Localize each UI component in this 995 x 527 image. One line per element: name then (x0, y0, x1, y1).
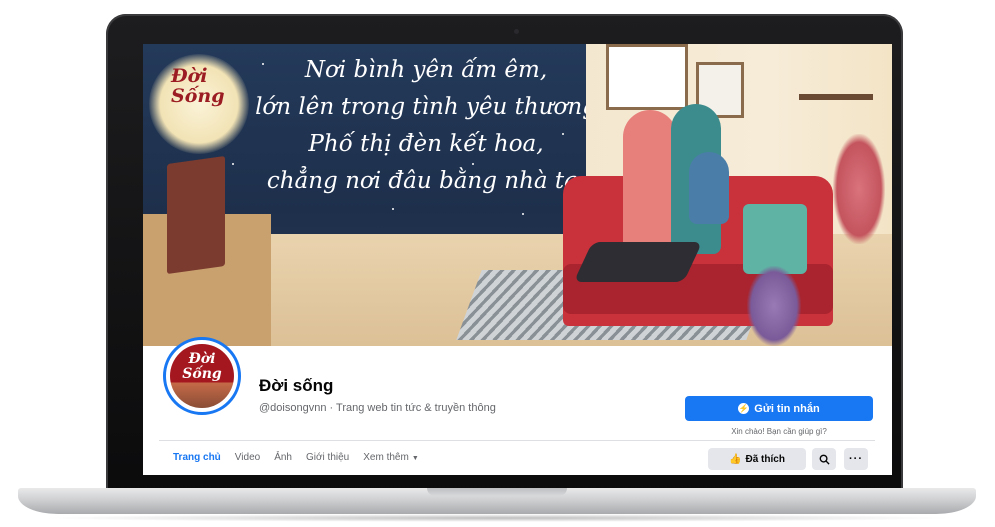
poem-line: Phố thị đèn kết hoa, (308, 131, 544, 157)
teal-blanket (743, 204, 807, 274)
poem-line: chẳng nơi đâu bằng nhà ta. (266, 168, 586, 194)
caret-down-icon: ▼ (411, 455, 419, 462)
purple-plant (747, 266, 801, 346)
cover-logo-line2: Sống (171, 85, 225, 107)
liked-button[interactable]: 👍 Đã thích (708, 448, 806, 470)
search-icon (819, 454, 830, 465)
avatar-logo: Đời Sống (182, 352, 221, 382)
laptop-base-notch (427, 488, 567, 496)
laptop-screen: Đời Sống Nơi bình yên ấm êm, lớn lên tro… (143, 44, 892, 475)
family-legs (573, 242, 703, 282)
profile-avatar[interactable]: Đời Sống (163, 337, 241, 415)
pink-plant (833, 134, 885, 244)
tab-home[interactable]: Trang chủ (173, 452, 221, 463)
greeting-text: Xin chào! Bạn cần giúp gì? (731, 427, 827, 436)
thumbs-up-icon: 👍 (729, 453, 742, 465)
cover-photo: Đời Sống Nơi bình yên ấm êm, lớn lên tro… (143, 44, 892, 346)
more-options-button[interactable]: ··· (844, 448, 868, 470)
poem-line: Nơi bình yên ấm êm, (304, 57, 548, 83)
send-message-button[interactable]: ⚡ Gửi tin nhắn (685, 396, 873, 421)
wall-picture (606, 44, 688, 110)
send-message-label: Gửi tin nhắn (754, 402, 820, 415)
avatar-image: Đời Sống (170, 344, 234, 408)
tab-photos[interactable]: Ảnh (274, 452, 292, 463)
page-subtitle: @doisongvnn · Trang web tin tức & truyền… (259, 402, 496, 414)
liked-label: Đã thích (745, 453, 785, 465)
profile-header: Đời Sống Đời sống @doisongvnn · Trang we… (143, 337, 892, 475)
poem-line: lớn lên trong tình yêu thương (255, 94, 597, 120)
cover-logo: Đời Sống (171, 66, 241, 106)
laptop-shadow (40, 514, 955, 522)
messenger-icon: ⚡ (738, 403, 750, 414)
tab-see-more-label: Xem thêm (363, 452, 409, 463)
webcam (514, 29, 519, 34)
search-button[interactable] (812, 448, 836, 470)
page-title: Đời sống (259, 376, 334, 395)
mother-figure (623, 110, 677, 260)
child-figure (689, 152, 729, 224)
tab-video[interactable]: Video (235, 452, 260, 463)
page-tabs: Trang chủ Video Ảnh Giới thiệu Xem thêm ▼ (173, 452, 433, 463)
cover-logo-line1: Đời (171, 65, 208, 87)
tab-see-more[interactable]: Xem thêm ▼ (363, 452, 419, 463)
avatar-logo-line2: Sống (182, 366, 222, 382)
avatar-logo-line1: Đời (188, 351, 216, 367)
divider (159, 440, 875, 441)
television (167, 155, 225, 275)
more-icon: ··· (849, 453, 863, 465)
wall-shelf (799, 94, 873, 100)
cover-poem: Nơi bình yên ấm êm, lớn lên trong tình y… (251, 52, 601, 200)
tab-about[interactable]: Giới thiệu (306, 452, 349, 463)
